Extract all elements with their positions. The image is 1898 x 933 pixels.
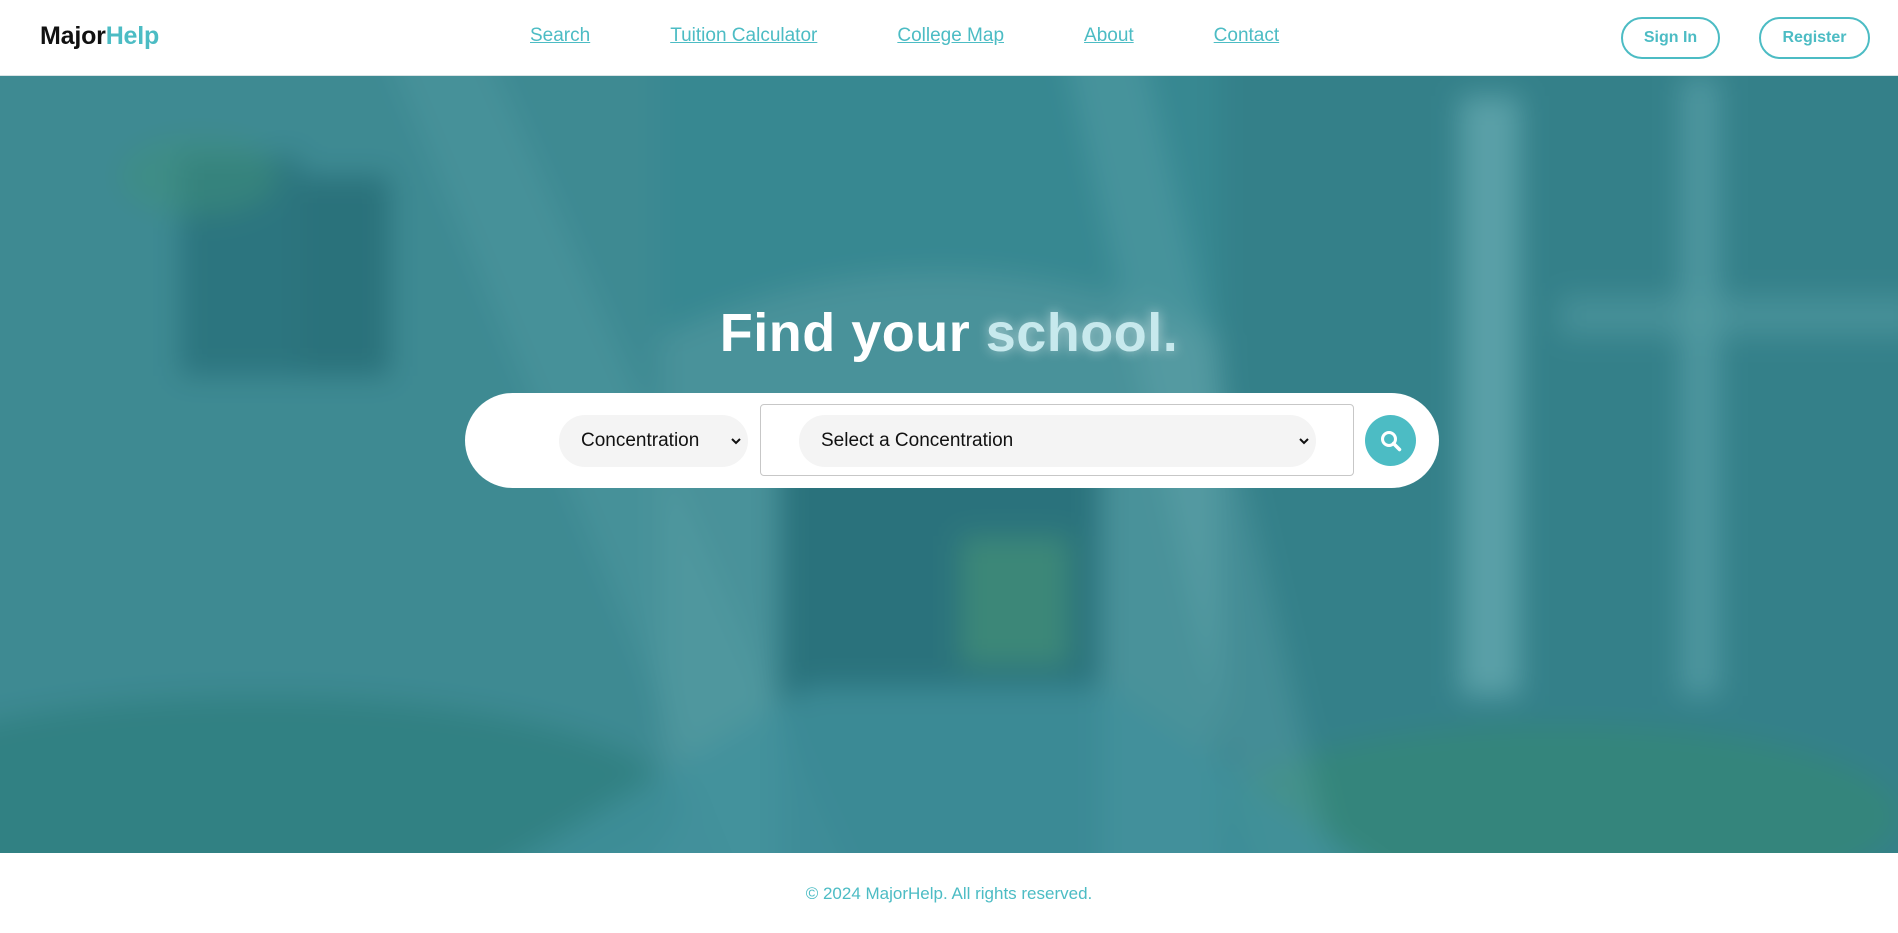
logo-text-major: Major (40, 22, 106, 50)
hero-title: Find your school. (0, 302, 1898, 364)
nav-link-about[interactable]: About (1084, 25, 1134, 47)
concentration-field: Select a Concentration (760, 404, 1354, 476)
search-icon (1380, 430, 1401, 451)
nav-link-contact[interactable]: Contact (1214, 25, 1279, 47)
site-header: MajorHelp Search Tuition Calculator Coll… (0, 0, 1898, 76)
nav-link-tuition-calculator[interactable]: Tuition Calculator (670, 25, 817, 47)
hero-title-highlight: school. (985, 303, 1179, 363)
copyright-text: © 2024 MajorHelp. All rights reserved. (805, 884, 1093, 903)
chevron-down-icon (1299, 438, 1309, 445)
register-button[interactable]: Register (1759, 17, 1870, 59)
sign-in-button[interactable]: Sign In (1621, 17, 1720, 59)
concentration-value: Select a Concentration (821, 430, 1014, 451)
search-bar: Concentration Select a Concentration (465, 393, 1439, 488)
nav-link-college-map[interactable]: College Map (897, 25, 1004, 47)
hero-section: Find your school. Concentration Select a… (0, 76, 1898, 853)
search-button[interactable] (1365, 415, 1416, 466)
hero-title-part1: Find your (719, 303, 971, 363)
chevron-down-icon (731, 438, 741, 445)
logo-text-help: Help (105, 22, 160, 50)
site-footer: © 2024 MajorHelp. All rights reserved. (0, 853, 1898, 933)
filter-type-value: Concentration (581, 430, 700, 451)
nav-link-search[interactable]: Search (530, 25, 590, 47)
concentration-select[interactable]: Select a Concentration (799, 415, 1316, 467)
logo[interactable]: MajorHelp (40, 22, 159, 51)
main-nav: Search Tuition Calculator College Map Ab… (530, 25, 1279, 47)
filter-type-select[interactable]: Concentration (559, 415, 748, 467)
